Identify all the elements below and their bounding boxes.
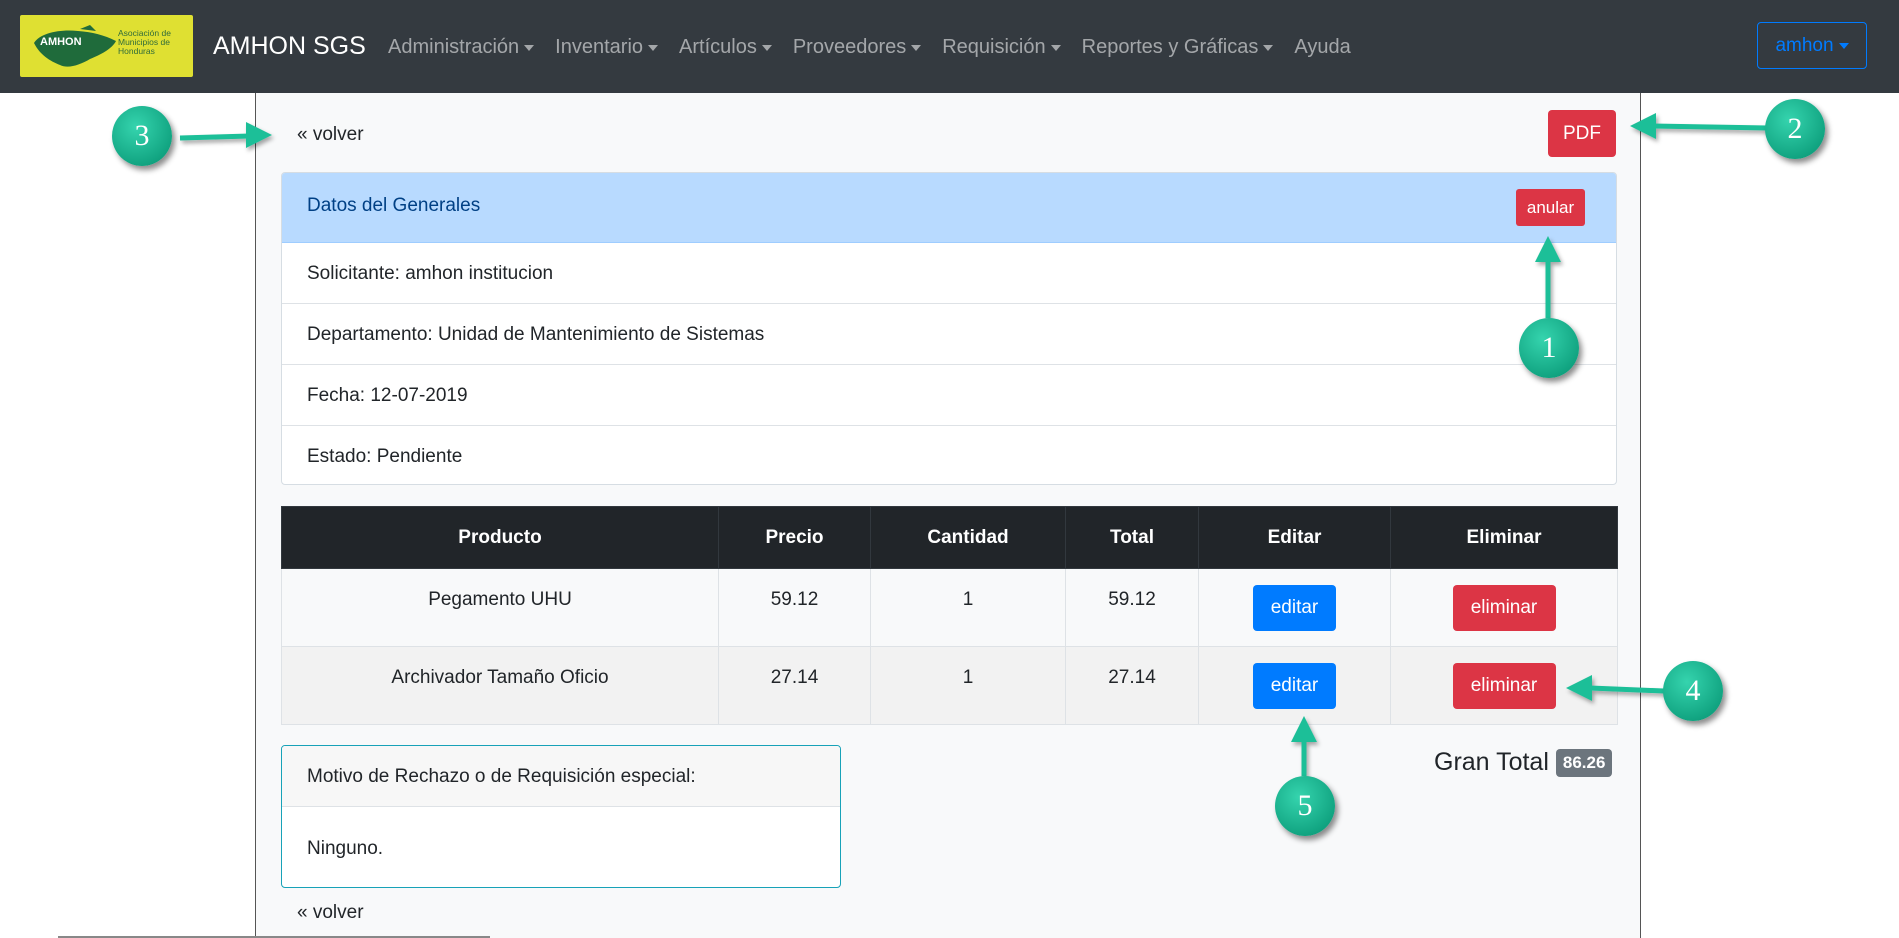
callout-3: 3 (112, 106, 172, 166)
arrowhead-5 (1291, 716, 1317, 742)
arrowhead-1 (1535, 236, 1561, 262)
callout-2: 2 (1765, 99, 1825, 159)
callout-1: 1 (1519, 318, 1579, 378)
arrowhead-4 (1566, 675, 1592, 701)
arrow-4 (1589, 685, 1665, 694)
arrow-3 (179, 133, 251, 141)
annotation-arrows (179, 113, 1769, 776)
arrowhead-2 (1630, 113, 1656, 139)
callout-5: 5 (1275, 776, 1335, 836)
callout-4: 4 (1663, 661, 1723, 721)
arrowhead-3 (246, 122, 272, 148)
arrow-2 (1651, 123, 1769, 131)
